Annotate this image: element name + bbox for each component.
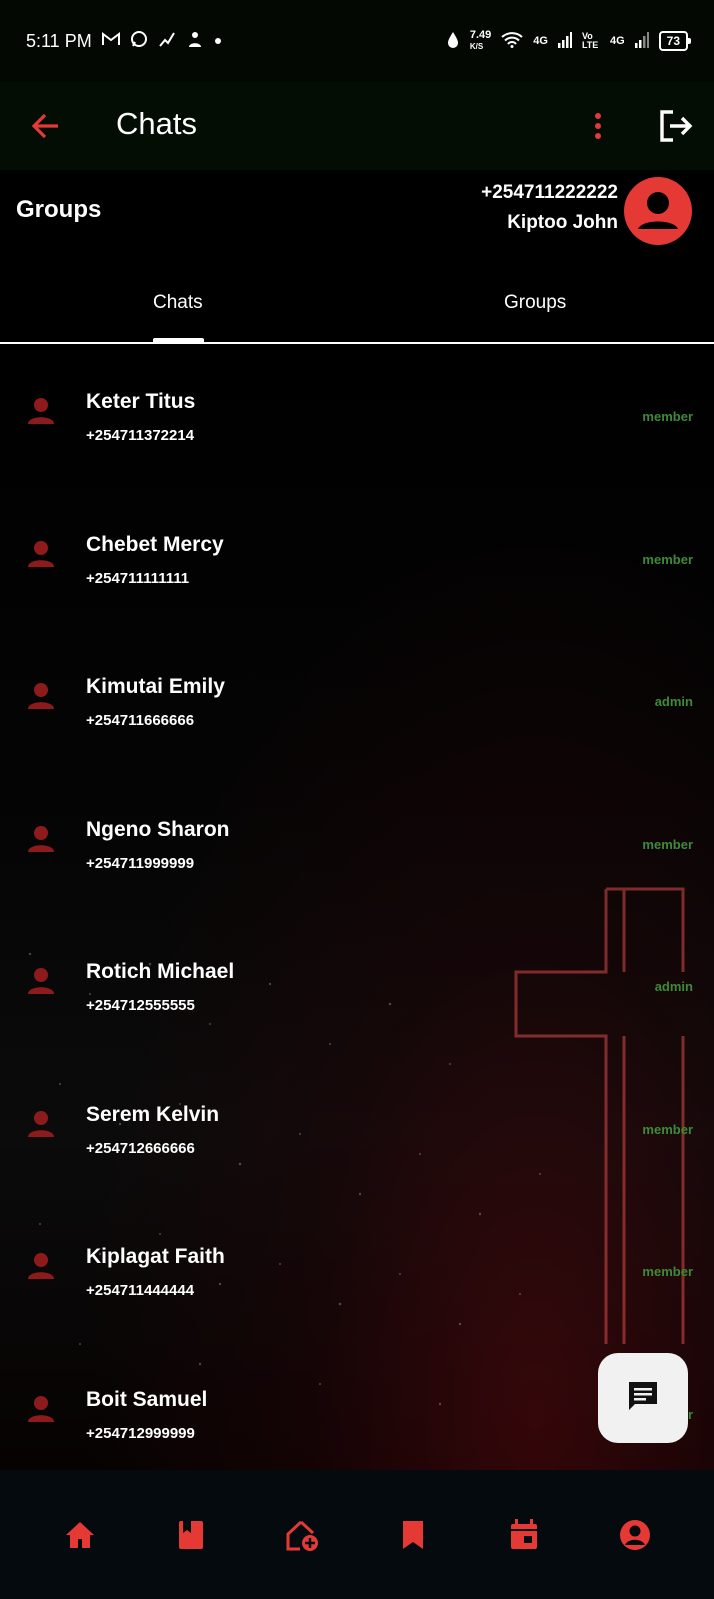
person-icon	[26, 1251, 56, 1281]
tab-bar: Chats Groups	[0, 262, 714, 344]
contact-phone: +254711444444	[86, 1282, 195, 1299]
contact-role: admin	[654, 694, 693, 709]
net-speed-unit: K/S	[469, 42, 484, 51]
contact-role: member	[642, 836, 693, 852]
contact-phone: +254711372214	[86, 427, 195, 444]
contact-name: Rotich Michael	[86, 960, 235, 983]
groups-heading: Groups	[16, 196, 102, 223]
person-icon	[26, 966, 56, 996]
contact-name: Kimutai Emily	[86, 675, 225, 698]
bookmark-icon[interactable]	[396, 1518, 430, 1552]
account-icon[interactable]	[618, 1518, 652, 1552]
tab-groups[interactable]: Groups	[504, 292, 566, 314]
contact-name: Chebet Mercy	[86, 532, 224, 556]
person-icon	[26, 1109, 56, 1139]
back-arrow-icon[interactable]	[28, 108, 64, 144]
book-icon[interactable]	[174, 1518, 208, 1552]
contact-phone: +254712666666	[86, 1139, 195, 1157]
contact-role: member	[642, 409, 693, 424]
contact-name: Ngeno Sharon	[86, 817, 230, 841]
logout-icon[interactable]	[655, 106, 695, 146]
data-saver-icon	[446, 31, 460, 52]
list-item[interactable]: Chebet Mercy +254711111111 member	[0, 487, 714, 630]
list-item[interactable]: Rotich Michael +254712555555 admin	[0, 914, 714, 1057]
contact-role: member	[642, 1264, 693, 1279]
contact-name: Boit Samuel	[86, 1387, 208, 1411]
list-item[interactable]: Serem Kelvin +254712666666 member	[0, 1057, 714, 1200]
home-icon[interactable]	[63, 1518, 97, 1552]
wifi-icon	[501, 31, 523, 51]
list-item[interactable]: Kimutai Emily +254711666666 admin	[0, 629, 714, 772]
user-name: Kiptoo John	[507, 212, 618, 233]
contact-phone: +254712999999	[86, 1424, 195, 1442]
status-time: 5:11 PM	[26, 30, 92, 51]
page-title: Chats	[116, 106, 197, 141]
people-icon	[186, 30, 204, 53]
activity-icon	[158, 30, 176, 53]
status-bar: 5:11 PM 7.49 K/S 4G Vo LTE 4G 73	[0, 0, 714, 82]
calendar-icon[interactable]	[507, 1518, 541, 1552]
contact-phone: +254711666666	[86, 712, 195, 729]
bottom-nav	[0, 1470, 714, 1599]
network-label-1: 4G	[533, 35, 548, 47]
whatsapp-icon	[130, 30, 148, 53]
user-phone: +254711222222	[481, 182, 618, 203]
list-item[interactable]: Kiplagat Faith +254711444444 member	[0, 1199, 714, 1342]
contact-role: member	[642, 1121, 693, 1137]
person-icon	[26, 681, 56, 711]
net-speed: 7.49 K/S	[470, 30, 491, 52]
more-vertical-icon[interactable]	[584, 108, 612, 144]
person-icon	[26, 1394, 56, 1424]
tab-chats[interactable]: Chats	[153, 292, 203, 314]
battery-indicator: 73	[658, 31, 692, 51]
volte-label: Vo LTE	[581, 31, 599, 50]
person-icon	[26, 539, 56, 569]
list-item[interactable]: Ngeno Sharon +254711999999 member	[0, 772, 714, 915]
profile-header: Groups +254711222222 Kiptoo John	[0, 170, 714, 262]
contact-role: member	[642, 551, 693, 567]
signal-icon	[634, 31, 649, 51]
contact-name: Serem Kelvin	[86, 1102, 220, 1126]
add-church-icon[interactable]	[285, 1518, 319, 1552]
status-right: 7.49 K/S 4G Vo LTE 4G 73	[446, 30, 692, 52]
status-left: 5:11 PM	[26, 30, 222, 53]
contact-name: Kiplagat Faith	[86, 1245, 225, 1268]
new-chat-button[interactable]	[598, 1353, 688, 1443]
new-chat-icon	[625, 1378, 661, 1419]
signal-icon	[557, 31, 572, 51]
contact-name: Keter Titus	[86, 390, 196, 413]
contact-phone: +254711999999	[86, 854, 195, 872]
app-bar: Chats	[0, 82, 714, 170]
network-label-2: 4G	[609, 35, 625, 47]
dot-icon	[214, 32, 222, 50]
contact-role: admin	[654, 979, 693, 994]
contact-list: Keter Titus +254711372214 member Chebet …	[0, 344, 714, 1484]
contact-phone: +254712555555	[86, 997, 195, 1014]
avatar[interactable]	[624, 177, 692, 245]
contact-phone: +254711111111	[86, 569, 190, 587]
person-icon	[26, 396, 56, 426]
person-icon	[26, 824, 56, 854]
gmail-icon	[101, 31, 120, 51]
list-item[interactable]: Keter Titus +254711372214 member	[0, 344, 714, 487]
net-speed-value: 7.49	[469, 29, 492, 41]
